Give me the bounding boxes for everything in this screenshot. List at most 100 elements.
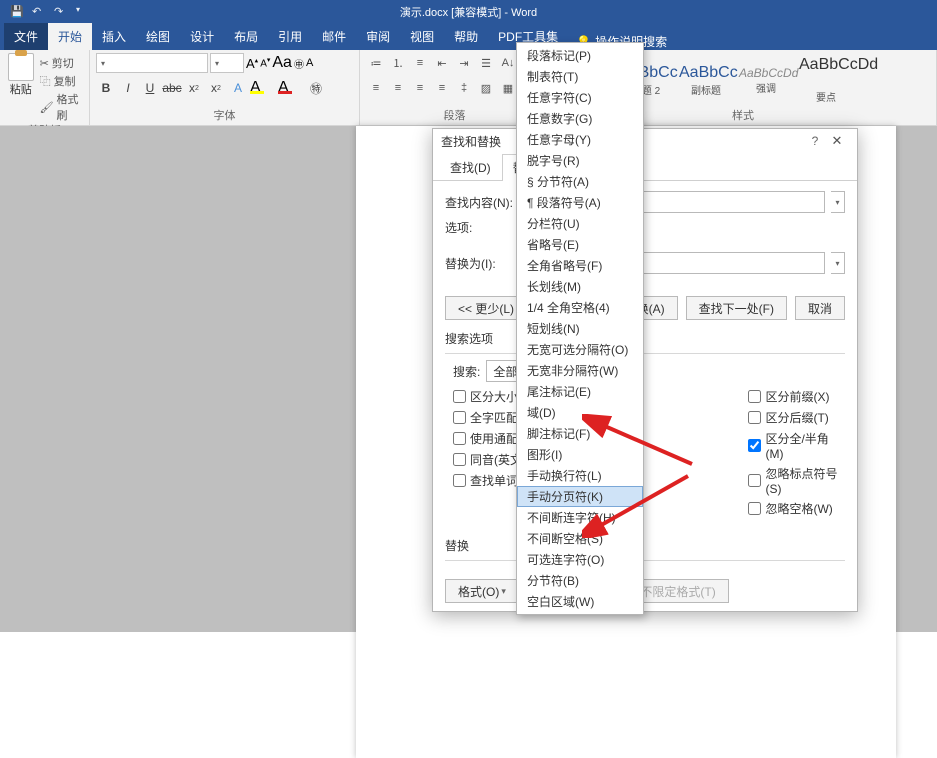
strikethrough-button[interactable]: abc xyxy=(162,78,182,98)
special-menu-item[interactable]: 分节符(B) xyxy=(517,570,643,591)
special-menu-item[interactable]: 任意数字(G) xyxy=(517,108,643,129)
font-color-button[interactable]: A xyxy=(278,79,304,97)
align-center-button[interactable]: ≡ xyxy=(388,78,408,98)
tab-layout[interactable]: 布局 xyxy=(224,23,268,50)
subscript-button[interactable]: x2 xyxy=(184,78,204,98)
special-menu-item[interactable]: 不间断连字符(H) xyxy=(517,507,643,528)
change-case-button[interactable]: Aa xyxy=(272,54,292,72)
shrink-font-button[interactable]: A▾ xyxy=(260,56,270,69)
special-menu-item[interactable]: 短划线(N) xyxy=(517,318,643,339)
special-menu-item[interactable]: 脱字号(R) xyxy=(517,150,643,171)
increase-indent-button[interactable]: ⇥ xyxy=(454,53,474,73)
special-menu-item[interactable]: § 分节符(A) xyxy=(517,171,643,192)
tab-file[interactable]: 文件 xyxy=(4,23,48,50)
highlight-button[interactable]: A xyxy=(250,79,276,97)
special-menu-item[interactable]: 省略号(E) xyxy=(517,234,643,255)
paste-button[interactable]: 粘贴 xyxy=(6,53,36,97)
special-menu-item[interactable]: 分栏符(U) xyxy=(517,213,643,234)
align-right-button[interactable]: ≡ xyxy=(410,78,430,98)
find-next-button[interactable]: 查找下一处(F) xyxy=(686,296,787,320)
cancel-button[interactable]: 取消 xyxy=(795,296,845,320)
enclose-char-button[interactable]: ㊕ xyxy=(306,78,326,98)
special-menu-item[interactable]: 段落标记(P) xyxy=(517,45,643,66)
tab-draw[interactable]: 绘图 xyxy=(136,23,180,50)
redo-icon[interactable]: ↷ xyxy=(54,5,68,19)
chk-ignore-punct[interactable]: 忽略标点符号(S) xyxy=(748,465,845,496)
special-menu-item[interactable]: 手动换行符(L) xyxy=(517,465,643,486)
special-menu-item[interactable]: ¶ 段落符号(A) xyxy=(517,192,643,213)
style-item[interactable]: AaBbCc副标题 xyxy=(676,53,736,107)
replace-history-dropdown[interactable]: ▾ xyxy=(831,252,845,274)
style-preview: AaBbCcDd xyxy=(799,56,853,89)
undo-icon[interactable]: ↶ xyxy=(32,5,46,19)
chk-fullhalf[interactable]: 区分全/半角(M) xyxy=(748,430,845,461)
close-icon[interactable]: ✕ xyxy=(825,133,849,149)
tab-design[interactable]: 设计 xyxy=(180,23,224,50)
borders-button[interactable]: ▦ xyxy=(498,78,518,98)
special-menu-item[interactable]: 手动分页符(K) xyxy=(517,486,643,507)
chk-ignore-space[interactable]: 忽略空格(W) xyxy=(748,500,845,517)
text-effects-button[interactable]: A xyxy=(228,78,248,98)
numbering-button[interactable]: ⒈ xyxy=(388,53,408,73)
special-menu-item[interactable]: 可选连字符(O) xyxy=(517,549,643,570)
chk-suffix[interactable]: 区分后缀(T) xyxy=(748,409,845,426)
underline-button[interactable]: U xyxy=(140,78,160,98)
special-menu-item[interactable]: 任意字符(C) xyxy=(517,87,643,108)
special-menu-item[interactable]: 任意字母(Y) xyxy=(517,129,643,150)
tab-help[interactable]: 帮助 xyxy=(444,23,488,50)
special-menu-item[interactable]: 无宽非分隔符(W) xyxy=(517,360,643,381)
special-menu-item[interactable]: 制表符(T) xyxy=(517,66,643,87)
special-menu-item[interactable]: 图形(I) xyxy=(517,444,643,465)
dialog-titlebar[interactable]: 查找和替换 ? ✕ xyxy=(433,129,857,153)
line-spacing-button[interactable]: ‡ xyxy=(454,78,474,98)
copy-icon: ⿻ xyxy=(40,73,51,89)
tab-find[interactable]: 查找(D) xyxy=(439,154,502,181)
font-size-combo[interactable]: ▾ xyxy=(210,53,244,73)
phonetic-guide-button[interactable]: ㊥ xyxy=(294,56,304,71)
tab-home[interactable]: 开始 xyxy=(48,23,92,50)
tab-mailings[interactable]: 邮件 xyxy=(312,23,356,50)
bold-button[interactable]: B xyxy=(96,78,116,98)
superscript-button[interactable]: x2 xyxy=(206,78,226,98)
special-menu-item[interactable]: 长划线(M) xyxy=(517,276,643,297)
format-painter-button[interactable]: 🖌格式刷 xyxy=(40,91,83,123)
chk-prefix[interactable]: 区分前缀(X) xyxy=(748,388,845,405)
special-menu-item[interactable]: 脚注标记(F) xyxy=(517,423,643,444)
copy-button[interactable]: ⿻复制 xyxy=(40,73,83,89)
grow-font-button[interactable]: A▴ xyxy=(246,56,258,71)
format-button[interactable]: 格式(O) xyxy=(445,579,519,603)
shading-button[interactable]: ▨ xyxy=(476,78,496,98)
dialog-help-button[interactable]: ? xyxy=(805,134,825,148)
special-menu-item[interactable]: 空白区域(W) xyxy=(517,591,643,612)
asian-layout-button[interactable]: ☰ xyxy=(476,53,496,73)
multilevel-button[interactable]: ≡ xyxy=(410,53,430,73)
style-item[interactable]: AaBbCcDd要点 xyxy=(796,53,856,107)
tab-references[interactable]: 引用 xyxy=(268,23,312,50)
clear-formatting-button[interactable]: A xyxy=(306,57,313,69)
font-name-combo[interactable]: ▾ xyxy=(96,53,208,73)
cut-button[interactable]: ✂剪切 xyxy=(40,55,83,71)
special-menu-item[interactable]: 域(D) xyxy=(517,402,643,423)
sort-button[interactable]: A↓ xyxy=(498,53,518,73)
find-history-dropdown[interactable]: ▾ xyxy=(831,191,845,213)
special-menu-item[interactable]: 不间断空格(S) xyxy=(517,528,643,549)
tab-insert[interactable]: 插入 xyxy=(92,23,136,50)
italic-button[interactable]: I xyxy=(118,78,138,98)
bullets-button[interactable]: ≔ xyxy=(366,53,386,73)
align-left-button[interactable]: ≡ xyxy=(366,78,386,98)
special-menu-item[interactable]: 全角省略号(F) xyxy=(517,255,643,276)
less-button[interactable]: << 更少(L) xyxy=(445,296,527,320)
save-icon[interactable]: 💾 xyxy=(10,5,24,19)
qat-customize-icon[interactable]: ▾ xyxy=(76,5,90,19)
special-menu-item[interactable]: 1/4 全角空格(4) xyxy=(517,297,643,318)
paste-label: 粘贴 xyxy=(10,81,32,97)
style-item[interactable]: AaBbCcDd强调 xyxy=(736,53,796,107)
replace-section-label: 替换 xyxy=(445,537,845,554)
decrease-indent-button[interactable]: ⇤ xyxy=(432,53,452,73)
tab-view[interactable]: 视图 xyxy=(400,23,444,50)
justify-button[interactable]: ≡ xyxy=(432,78,452,98)
special-menu-item[interactable]: 无宽可选分隔符(O) xyxy=(517,339,643,360)
special-menu-item[interactable]: 尾注标记(E) xyxy=(517,381,643,402)
search-options-label: 搜索选项 xyxy=(445,330,845,347)
tab-review[interactable]: 审阅 xyxy=(356,23,400,50)
